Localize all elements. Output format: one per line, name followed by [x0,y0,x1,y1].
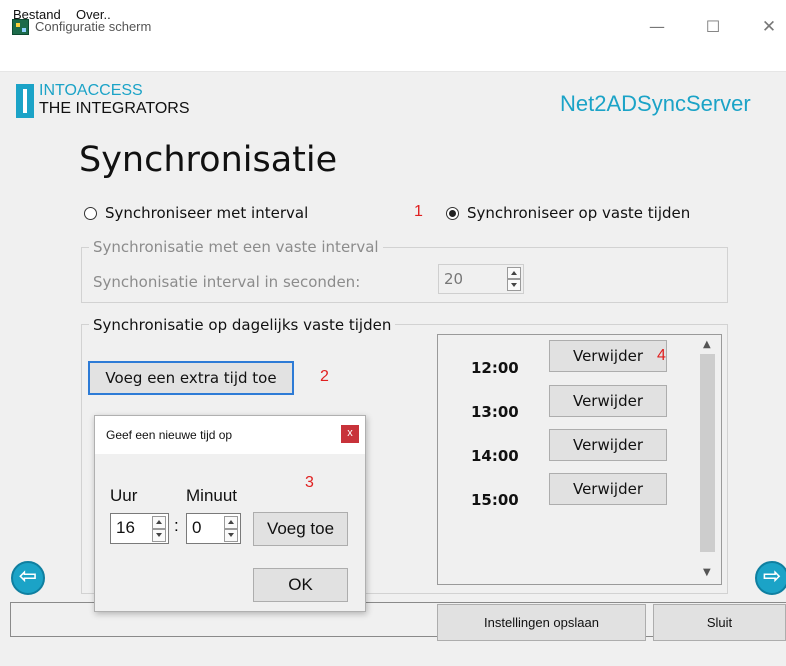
close-window-button[interactable]: ✕ [746,14,786,40]
time-label: 15:00 [471,491,519,509]
scroll-up-icon[interactable]: ▲ [703,339,711,350]
interval-seconds-input[interactable]: 20 [438,264,524,294]
spin-down-icon[interactable] [152,529,166,542]
brand-tagline: THE INTEGRATORS [39,100,190,117]
maximize-button[interactable]: ☐ [690,14,736,40]
minute-value: 0 [192,518,202,537]
menu-item-about[interactable]: Over.. [76,7,111,22]
product-name: Net2ADSyncServer [560,91,751,116]
minute-stepper[interactable]: 0 [186,513,241,544]
back-arrow-icon[interactable]: ⇦ [11,561,45,595]
close-button[interactable]: Sluit [653,604,786,641]
scrollbar-thumb[interactable] [700,354,715,552]
radio-interval[interactable] [84,207,97,220]
brand-logo-icon [16,84,34,118]
radio-fixed-times-label[interactable]: Synchroniseer op vaste tijden [467,204,690,222]
add-time-button[interactable]: Voeg toe [253,512,348,546]
ok-button[interactable]: OK [253,568,348,602]
spin-down-icon[interactable] [507,279,521,291]
menu-item-file[interactable]: Bestand [13,7,61,22]
spin-up-icon[interactable] [224,516,238,529]
interval-group-title: Synchronisatie met een vaste interval [89,238,383,256]
spin-up-icon[interactable] [152,516,166,529]
dialog-close-button[interactable]: x [341,425,359,443]
daily-group-title: Synchronisatie op dagelijks vaste tijden [89,316,396,334]
annotation-marker-3: 3 [305,474,314,491]
minute-label: Minuut [186,486,238,505]
spin-up-icon[interactable] [507,267,521,279]
annotation-marker-2: 2 [320,368,329,385]
minimize-button[interactable]: — [634,14,680,40]
add-extra-time-button[interactable]: Voeg een extra tijd toe [88,361,294,395]
remove-time-button[interactable]: Verwijder [549,473,667,505]
interval-label: Synchonisatie interval in seconden: [93,273,361,291]
hour-stepper[interactable]: 16 [110,513,169,544]
time-separator: : [174,516,179,535]
page-title: Synchronisatie [79,140,338,180]
radio-fixed-times[interactable] [446,207,459,220]
radio-interval-label[interactable]: Synchroniseer met interval [105,204,308,222]
remove-time-button[interactable]: Verwijder [549,385,667,417]
hour-value: 16 [116,518,135,537]
remove-time-button[interactable]: Verwijder [549,429,667,461]
forward-arrow-icon[interactable]: ⇨ [755,561,786,595]
time-label: 14:00 [471,447,519,465]
brand-name: INTOACCESS [39,82,143,99]
hour-label: Uur [110,486,138,505]
remove-time-button[interactable]: Verwijder [549,340,667,372]
save-settings-button[interactable]: Instellingen opslaan [437,604,646,641]
annotation-marker-4: 4 [657,347,666,364]
annotation-marker-1: 1 [414,203,423,220]
spin-down-icon[interactable] [224,529,238,542]
dialog-title: Geef een nieuwe tijd op [106,428,233,442]
scroll-down-icon[interactable]: ▼ [703,567,711,578]
time-label: 12:00 [471,359,519,377]
menu-bar [0,46,786,72]
time-label: 13:00 [471,403,519,421]
interval-value: 20 [444,270,464,288]
